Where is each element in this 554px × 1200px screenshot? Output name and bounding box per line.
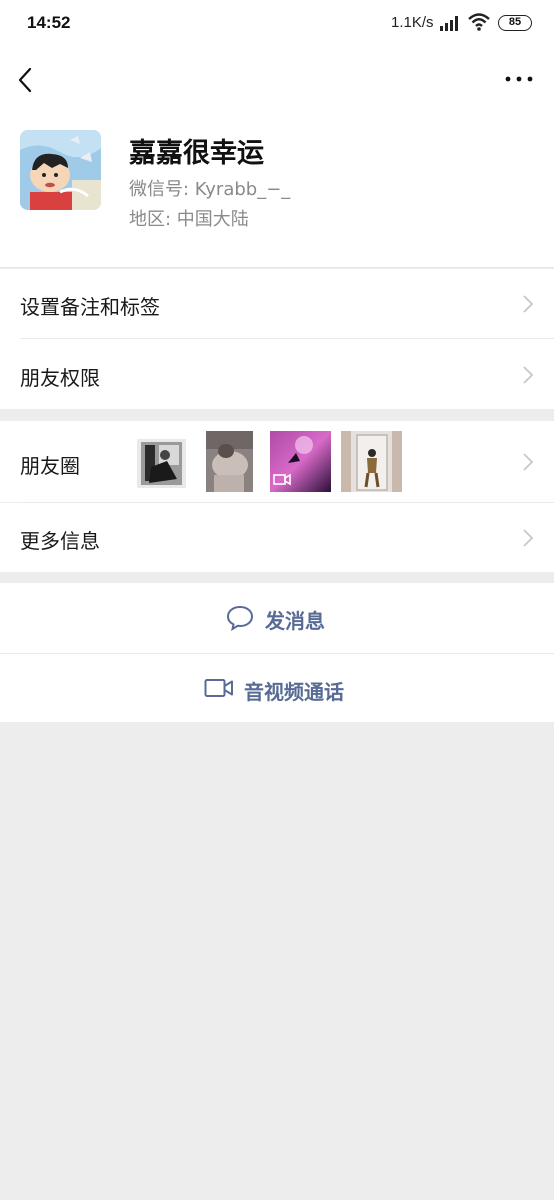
battery-indicator: 85 xyxy=(498,15,532,31)
region: 地区: 中国大陆 xyxy=(129,209,249,230)
moments-photo xyxy=(137,439,186,488)
cell-label: 设置备注和标签 xyxy=(20,295,160,319)
profile-header: 嘉嘉很幸运 微信号: Kyrabb_−_ 地区: 中国大陆 xyxy=(0,112,554,268)
cell-label: 朋友权限 xyxy=(20,366,100,390)
avatar[interactable] xyxy=(20,130,101,210)
video-call-button[interactable]: 音视频通话 xyxy=(0,654,554,722)
signal-icon xyxy=(440,16,458,31)
chevron-right-icon xyxy=(523,453,534,471)
cell-remark-tags[interactable]: 设置备注和标签 xyxy=(0,269,554,339)
wifi-icon xyxy=(468,13,490,31)
cell-more-info[interactable]: 更多信息 xyxy=(0,503,554,572)
send-message-button[interactable]: 发消息 xyxy=(0,583,554,653)
cell-friend-permissions[interactable]: 朋友权限 xyxy=(0,339,554,409)
network-speed: 1.1K/s xyxy=(391,14,434,31)
send-message-label: 发消息 xyxy=(265,609,325,633)
status-bar: 14:52 1.1K/s 85 xyxy=(0,0,554,46)
moments-photo xyxy=(341,431,402,492)
chevron-right-icon xyxy=(523,366,534,384)
chevron-right-icon xyxy=(523,295,534,313)
chat-bubble-icon xyxy=(226,605,254,631)
contact-name: 嘉嘉很幸运 xyxy=(129,138,264,169)
cell-label: 朋友圈 xyxy=(20,454,80,478)
cell-label: 更多信息 xyxy=(20,529,100,553)
video-call-label: 音视频通话 xyxy=(244,680,344,704)
wechat-id: 微信号: Kyrabb_−_ xyxy=(129,179,291,200)
status-time: 14:52 xyxy=(27,13,71,32)
more-dots-icon[interactable] xyxy=(502,72,536,86)
moments-video xyxy=(270,431,331,492)
video-camera-icon xyxy=(204,679,233,697)
chevron-right-icon xyxy=(523,529,534,547)
cell-moments[interactable]: 朋友圈 xyxy=(0,421,554,502)
back-chevron-icon[interactable] xyxy=(14,66,36,94)
top-bar xyxy=(0,46,554,112)
moments-photo xyxy=(206,431,253,492)
